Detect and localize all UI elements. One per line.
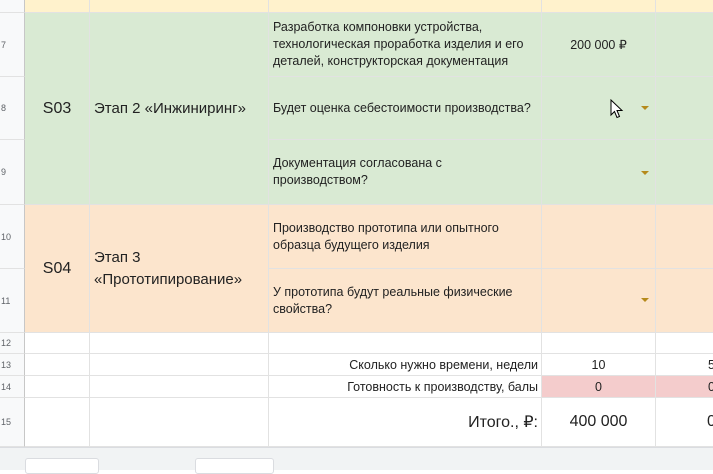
total-next-value[interactable]: 0 bbox=[656, 398, 713, 447]
total-label[interactable]: Итого., ₽: bbox=[269, 398, 542, 447]
total-next-text: 0 bbox=[707, 413, 713, 431]
dropdown-arrow-icon[interactable] bbox=[641, 298, 649, 302]
readiness-next-text: 0 bbox=[708, 380, 713, 394]
sheet-tabs-bar bbox=[0, 447, 713, 474]
sheet-tab[interactable] bbox=[195, 458, 274, 474]
cell[interactable] bbox=[25, 0, 90, 13]
cell[interactable] bbox=[656, 205, 713, 269]
question-cost-estimate[interactable]: Будет оценка себестоимости производства? bbox=[269, 77, 542, 140]
cursor-icon bbox=[610, 99, 624, 119]
cell[interactable] bbox=[90, 0, 269, 13]
time-next-value[interactable]: 5 bbox=[656, 354, 713, 376]
spreadsheet-grid: 7 8 9 10 11 12 13 14 15 S03 Этап 2 «Инжи… bbox=[0, 0, 713, 447]
stage-code-s03[interactable]: S03 bbox=[25, 13, 90, 205]
dropdown-arrow-icon[interactable] bbox=[641, 106, 649, 110]
question-physical-properties[interactable]: У прототипа будут реальные физические св… bbox=[269, 269, 542, 333]
row-header-13[interactable]: 13 bbox=[0, 354, 25, 376]
cell[interactable] bbox=[25, 333, 90, 354]
row-header-9[interactable]: 9 bbox=[0, 140, 25, 205]
cell[interactable] bbox=[656, 269, 713, 333]
cell[interactable] bbox=[656, 0, 713, 13]
cell[interactable] bbox=[90, 333, 269, 354]
task-description[interactable]: Разработка компоновки устройства, технол… bbox=[269, 13, 542, 77]
cell[interactable] bbox=[656, 77, 713, 140]
dropdown-cell[interactable] bbox=[542, 77, 656, 140]
row-header[interactable] bbox=[0, 0, 25, 13]
cell[interactable] bbox=[269, 333, 542, 354]
stage-code-s04[interactable]: S04 bbox=[25, 205, 90, 333]
stage-name-s03[interactable]: Этап 2 «Инжиниринг» bbox=[90, 13, 269, 205]
dropdown-cell[interactable] bbox=[542, 269, 656, 333]
readiness-value[interactable]: 0 bbox=[542, 376, 656, 398]
cell[interactable] bbox=[656, 13, 713, 77]
time-label[interactable]: Сколько нужно времени, недели bbox=[269, 354, 542, 376]
sheet-tab[interactable] bbox=[25, 458, 99, 474]
row-header-7[interactable]: 7 bbox=[0, 13, 25, 77]
cell[interactable] bbox=[90, 376, 269, 398]
cell[interactable] bbox=[656, 333, 713, 354]
cell[interactable] bbox=[542, 0, 656, 13]
readiness-label[interactable]: Готовность к производству, балы bbox=[269, 376, 542, 398]
time-next-text: 5 bbox=[708, 358, 713, 372]
cell[interactable] bbox=[25, 354, 90, 376]
cell[interactable] bbox=[90, 354, 269, 376]
dropdown-arrow-icon[interactable] bbox=[641, 171, 649, 175]
row-header-10[interactable]: 10 bbox=[0, 205, 25, 269]
task-cost[interactable] bbox=[542, 205, 656, 269]
readiness-next-value[interactable]: 0 bbox=[656, 376, 713, 398]
cell[interactable] bbox=[25, 398, 90, 447]
row-header-11[interactable]: 11 bbox=[0, 269, 25, 333]
task-cost[interactable]: 200 000 ₽ bbox=[542, 13, 656, 77]
total-value[interactable]: 400 000 bbox=[542, 398, 656, 447]
cell[interactable] bbox=[542, 333, 656, 354]
stage-name-s04[interactable]: Этап 3 «Прототипирование» bbox=[90, 205, 269, 333]
row-header-14[interactable]: 14 bbox=[0, 376, 25, 398]
cell[interactable] bbox=[269, 0, 542, 13]
cell[interactable] bbox=[25, 376, 90, 398]
dropdown-cell[interactable] bbox=[542, 140, 656, 205]
row-header-15[interactable]: 15 bbox=[0, 398, 25, 447]
cell[interactable] bbox=[656, 140, 713, 205]
time-value[interactable]: 10 bbox=[542, 354, 656, 376]
row-header-12[interactable]: 12 bbox=[0, 333, 25, 354]
task-description[interactable]: Производство прототипа или опытного обра… bbox=[269, 205, 542, 269]
question-docs-approved[interactable]: Документация согласована с производством… bbox=[269, 140, 542, 205]
cell[interactable] bbox=[90, 398, 269, 447]
row-header-8[interactable]: 8 bbox=[0, 77, 25, 140]
